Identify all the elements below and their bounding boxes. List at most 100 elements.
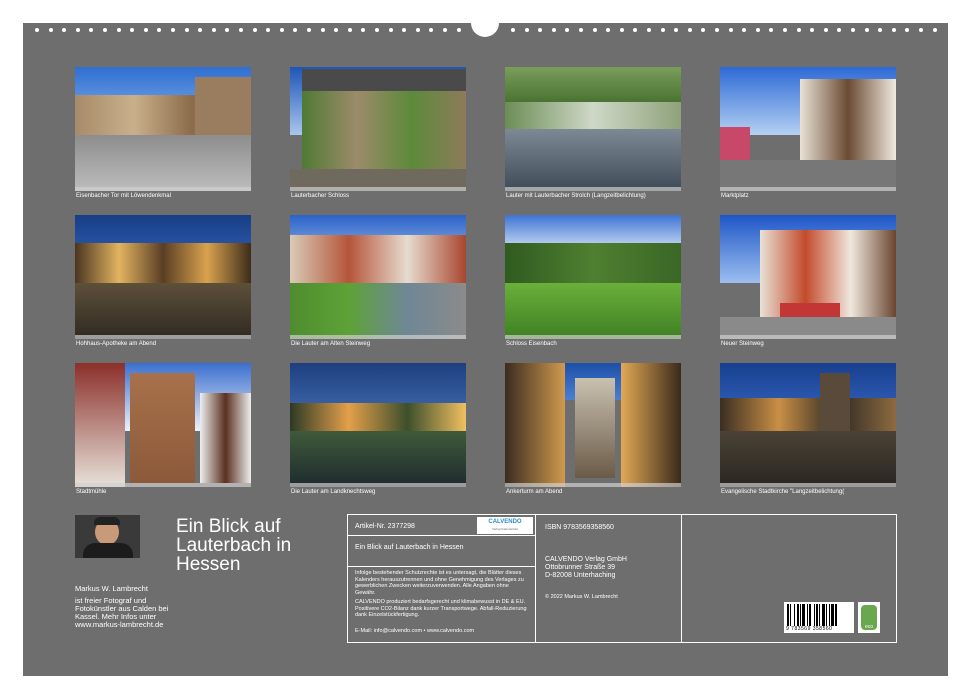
- binding-hole: [429, 28, 434, 32]
- binding-hole: [538, 28, 543, 32]
- binding-hole: [266, 28, 271, 32]
- photo-evangelische-stadtkirche: [720, 363, 896, 487]
- binding-hole: [157, 28, 162, 32]
- publisher-name: CALVENDO Verlag GmbH: [545, 556, 627, 563]
- publisher-street: Ottobrunner Straße 39: [545, 564, 616, 571]
- caption-eisenbacher-tor: Eisenbacher Tor mit Löwendenkmal: [76, 193, 171, 199]
- calendar-title: Ein Blick auf Lauterbach in Hessen: [176, 516, 292, 575]
- photo-lauter-strolch: [505, 67, 681, 191]
- binding-hole: [307, 28, 311, 32]
- barcode-bar: [794, 604, 795, 626]
- binding-hole: [443, 28, 447, 32]
- binding-hole: [701, 28, 706, 32]
- barcode-bar: [814, 604, 815, 626]
- caption-evangelische-stadtkirche: Evangelische Stadtkirche "Langzeitbelich…: [721, 489, 845, 495]
- barcode-bar: [809, 604, 811, 626]
- photo-schloss-eisenbach: [505, 215, 681, 339]
- binding-hole: [35, 28, 39, 32]
- binding-hole: [633, 28, 638, 32]
- binding-hole: [823, 28, 828, 32]
- binding-hole: [171, 28, 175, 32]
- binding-hole: [252, 28, 257, 32]
- binding-hole: [198, 28, 203, 32]
- caption-stadtmuehle: Stadtmühle: [76, 489, 107, 495]
- binding-hole: [375, 28, 379, 32]
- photo-lauter-landknechtsweg: [290, 363, 466, 487]
- barcode-bar: [802, 604, 805, 626]
- binding-hole: [755, 28, 760, 32]
- barcode-bar: [835, 604, 837, 626]
- publisher-city: D-82008 Unterhaching: [545, 572, 616, 579]
- caption-lauter-strolch: Lauter mit Lauterbacher Strolch (Langzei…: [506, 193, 646, 199]
- photo-hohhaus-apotheke: [75, 215, 251, 339]
- eco-label: eco: [864, 624, 874, 630]
- copyright: © 2022 Markus W. Lambrecht: [545, 594, 618, 600]
- binding-hole: [75, 28, 80, 32]
- legal-notice: Infolge bestehender Schutzrechte ist es …: [355, 570, 524, 596]
- barcode-bar: [826, 604, 827, 626]
- binding-hole: [891, 28, 896, 32]
- binding-hole: [919, 28, 923, 32]
- binding-hole: [48, 28, 53, 32]
- caption-marktplatz: Marktplatz: [721, 193, 749, 199]
- binding-hole: [619, 28, 624, 32]
- binding-hole: [388, 28, 393, 32]
- binding-hole: [334, 28, 339, 32]
- calvendo-logo: CALVENDO Verlag Kalendertitel: [477, 517, 533, 534]
- binding-hole: [524, 28, 529, 32]
- binding-hole: [415, 28, 420, 32]
- barcode-bar: [797, 604, 799, 626]
- binding-hole: [565, 28, 570, 32]
- barcode-bar: [829, 604, 830, 626]
- barcode-digits: 9 783569 358560: [786, 626, 833, 632]
- photo-marktplatz: [720, 67, 896, 191]
- article-number: Artikel-Nr. 2377298: [355, 523, 415, 530]
- binding-hole: [878, 28, 883, 32]
- author-name: Markus W. Lambrecht: [75, 584, 148, 593]
- binding-hole: [606, 28, 611, 32]
- author-bio: ist freier Fotograf und Fotokünstler aus…: [75, 596, 169, 629]
- barcode-bar: [807, 604, 808, 626]
- binding-hole: [837, 28, 842, 32]
- binding-hole: [211, 28, 216, 32]
- author-photo: [75, 515, 140, 558]
- photo-lauterbacher-schloss: [290, 67, 466, 191]
- isbn: ISBN 9783569358560: [545, 524, 614, 531]
- product-title: Ein Blick auf Lauterbach in Hessen: [355, 544, 464, 551]
- eco-notice: CALVENDO produziert bedarfsgerecht und k…: [355, 599, 527, 618]
- binding-hole: [89, 28, 94, 32]
- caption-hohhaus-apotheke: Hohhaus-Apotheke am Abend: [76, 341, 157, 347]
- binding-hole: [715, 28, 719, 32]
- caption-lauter-alter-steinweg: Die Lauter am Alten Steinweg: [291, 341, 371, 347]
- binding-hole: [320, 28, 325, 32]
- photo-ankerturm: [505, 363, 681, 487]
- binding-hole: [130, 28, 135, 32]
- binding-hole: [511, 28, 515, 32]
- binding-hole: [769, 28, 774, 32]
- isbn-barcode: 9 783569 358560: [784, 602, 854, 633]
- binding-hole: [116, 28, 121, 32]
- barcode-bar: [800, 604, 801, 626]
- eco-badge: eco: [858, 602, 880, 633]
- binding-hole: [932, 28, 937, 32]
- binding-hole: [905, 28, 910, 32]
- binding-hole: [456, 28, 461, 32]
- photo-lauter-alter-steinweg: [290, 215, 466, 339]
- barcode-bar: [787, 604, 789, 626]
- barcode-bar: [816, 604, 818, 626]
- contact-line: E-Mail: info@calvendo.com • www.calvendo…: [355, 628, 475, 634]
- binding-hole: [225, 28, 230, 32]
- barcode-bar: [822, 604, 825, 626]
- photo-neuer-steinweg: [720, 215, 896, 339]
- calvendo-logo-subtext: Verlag Kalendertitel: [491, 527, 519, 531]
- binding-hole: [579, 28, 583, 32]
- barcode-bar: [819, 604, 820, 626]
- binding-hole: [687, 28, 692, 32]
- binding-hole: [783, 28, 787, 32]
- caption-neuer-steinweg: Neuer Steinweg: [721, 341, 764, 347]
- binding-hole: [864, 28, 869, 32]
- binding-hole: [62, 28, 67, 32]
- caption-schloss-eisenbach: Schloss Eisenbach: [506, 341, 557, 347]
- binding-hole: [728, 28, 733, 32]
- binding-hole: [279, 28, 284, 32]
